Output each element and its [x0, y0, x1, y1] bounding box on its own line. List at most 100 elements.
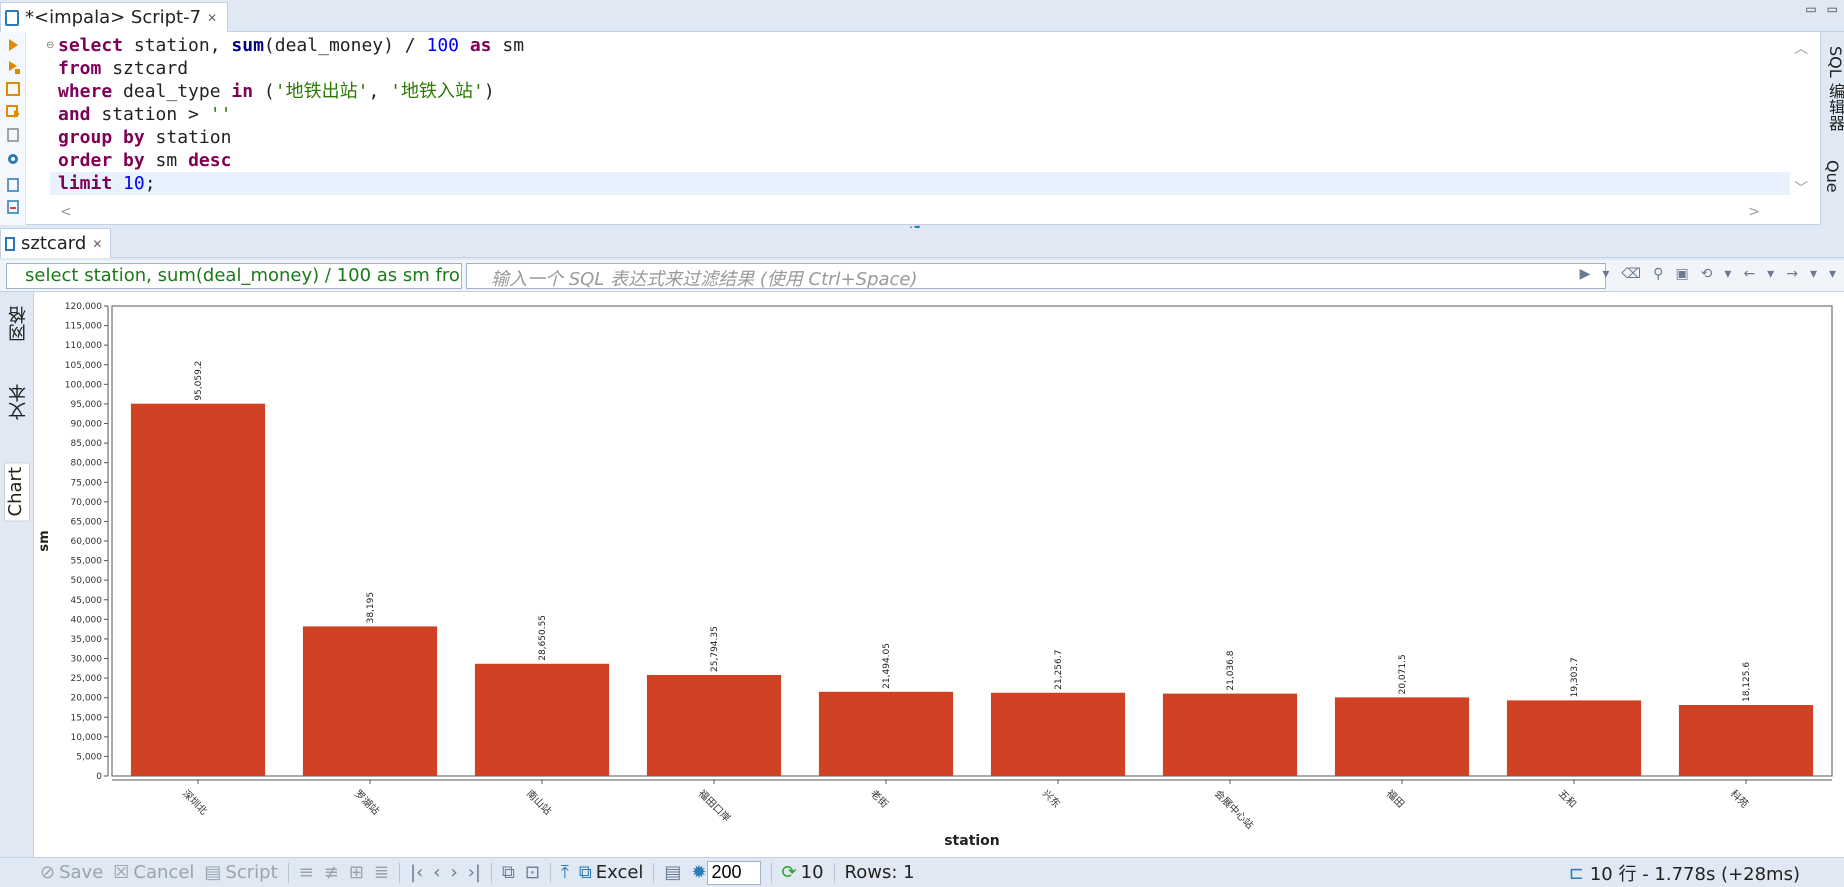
excel-icon: ⧉: [578, 862, 592, 883]
tab-results-sztcard[interactable]: sztcard ✕: [0, 228, 112, 258]
load-script-icon[interactable]: [6, 200, 20, 214]
y-tick-label: 105,000: [65, 361, 102, 371]
y-tick-label: 85,000: [71, 439, 103, 449]
tab-script-7[interactable]: *<impala> Script-7 ✕: [0, 2, 229, 32]
fetch-settings-gear-icon[interactable]: ✹: [691, 862, 706, 883]
record-mode-icon[interactable]: ▤: [664, 862, 681, 883]
maximize-icon[interactable]: ▭: [1827, 2, 1838, 16]
fetch-size-input[interactable]: [706, 860, 761, 885]
side-tab-query[interactable]: Que: [1823, 160, 1842, 193]
code-token: as: [469, 35, 492, 56]
y-tick-label: 5,000: [76, 752, 102, 762]
export-data-icon[interactable]: ⤒: [561, 862, 569, 883]
execute-new-tab-icon[interactable]: [6, 60, 20, 74]
back-icon[interactable]: ←: [1743, 266, 1755, 282]
copy-row-icon[interactable]: ⊞: [349, 862, 364, 883]
code-token: sm: [144, 150, 189, 171]
editor-vertical-scrollbar[interactable]: ︿ ﹀: [1794, 38, 1808, 198]
filter-settings-icon[interactable]: ⚲: [1653, 266, 1663, 282]
delete-row-icon[interactable]: ≣: [374, 862, 389, 883]
scroll-up-icon[interactable]: ︿: [1794, 38, 1808, 58]
view-tab-text[interactable]: 文本: [6, 380, 32, 424]
filter-input[interactable]: 输入一个 SQL 表达式来过滤结果 (使用 Ctrl+Space): [466, 263, 1606, 290]
forward-dropdown-icon[interactable]: ▾: [1810, 266, 1817, 282]
code-token: sztcard: [101, 58, 189, 79]
save-filter-icon[interactable]: ▣: [1675, 266, 1688, 282]
code-token: station >: [90, 104, 210, 125]
panel-menu-icon[interactable]: ▾: [1829, 266, 1836, 282]
layout-icon[interactable]: ⧉: [502, 862, 515, 883]
code-token: by: [123, 150, 145, 171]
separator: [287, 862, 289, 883]
y-tick-label: 40,000: [71, 615, 103, 625]
scroll-right-icon[interactable]: >: [1748, 204, 1760, 220]
add-row-icon[interactable]: ≢: [324, 862, 339, 883]
code-token: ;: [144, 173, 156, 194]
export-icon[interactable]: [6, 178, 20, 192]
save-button[interactable]: ⊘ Save: [40, 862, 103, 883]
x-tick-label: 五和: [1556, 788, 1579, 811]
close-results-tab-icon[interactable]: ✕: [92, 237, 102, 251]
editor-horizontal-scrollbar[interactable]: < >: [60, 204, 1760, 220]
x-tick-label: 会展中心站: [1212, 787, 1257, 832]
edit-row-icon[interactable]: ≡: [299, 862, 314, 883]
sql-code[interactable]: select station, sum(deal_money) / 100 as…: [58, 34, 524, 195]
settings-gear-icon[interactable]: [6, 152, 20, 166]
code-token: limit: [58, 173, 113, 194]
x-axis-title: station: [944, 833, 1000, 849]
data-label: 20,071.5: [1398, 654, 1408, 694]
panels-icon[interactable]: ⊡: [525, 862, 540, 883]
cancel-button[interactable]: ☒ Cancel: [113, 862, 194, 883]
view-tab-chart[interactable]: Chart: [4, 462, 30, 522]
query-text-field[interactable]: select station, sum(deal_money) / 100 as…: [6, 263, 462, 289]
filter-history-icon[interactable]: ▾: [1602, 266, 1609, 282]
view-tab-grid[interactable]: 网格: [6, 302, 32, 346]
scroll-down-icon[interactable]: ﹀: [1794, 178, 1808, 198]
query-text: select station, sum(deal_money) / 100 as…: [25, 265, 462, 286]
y-tick-label: 15,000: [71, 713, 103, 723]
refresh-button[interactable]: ⟳ 10: [782, 862, 824, 883]
close-tab-icon[interactable]: ✕: [207, 11, 217, 25]
x-tick-label: 南山站: [524, 787, 554, 817]
sql-editor[interactable]: ⊖ select station, sum(deal_money) / 100 …: [0, 32, 1820, 225]
explain-plan-icon[interactable]: [6, 128, 20, 142]
next-page-icon[interactable]: ›: [450, 862, 457, 883]
script-button[interactable]: ▤ Script: [204, 862, 277, 883]
excel-button[interactable]: ⧉ Excel: [579, 862, 644, 883]
results-tab-bar: sztcard ✕: [0, 228, 1844, 258]
code-token: select: [58, 35, 124, 56]
bar: [818, 691, 954, 776]
cancel-label: Cancel: [133, 862, 195, 883]
bar: [1678, 705, 1814, 776]
editor-tab-bar: *<impala> Script-7 ✕ ▭ ▭: [0, 0, 1844, 32]
link-icon[interactable]: ⟲: [1701, 266, 1713, 282]
separator: [490, 862, 492, 883]
prev-page-icon[interactable]: ‹: [433, 862, 440, 883]
code-line: where deal_type in ('地铁出站', '地铁入站'): [58, 80, 524, 103]
last-page-icon[interactable]: ›|: [468, 862, 481, 883]
dropdown-icon[interactable]: ▾: [1724, 266, 1731, 282]
scroll-left-icon[interactable]: <: [60, 204, 72, 220]
execute-statement-icon[interactable]: [6, 38, 20, 52]
first-page-icon[interactable]: |‹: [410, 862, 423, 883]
back-dropdown-icon[interactable]: ▾: [1767, 266, 1774, 282]
fold-toggle-icon[interactable]: ⊖: [46, 40, 54, 51]
separator: [549, 862, 551, 883]
x-tick-label: 科苑: [1728, 787, 1751, 810]
execute-script-new-tab-icon[interactable]: [6, 104, 20, 118]
side-tab-sql-editor[interactable]: SQL 编辑器: [1823, 46, 1844, 131]
filter-placeholder: 输入一个 SQL 表达式来过滤结果 (使用 Ctrl+Space): [491, 269, 918, 290]
erase-filter-icon[interactable]: ⌫: [1621, 266, 1641, 282]
refresh-count: 10: [800, 862, 824, 883]
apply-filter-icon[interactable]: ▶: [1580, 266, 1591, 282]
forward-icon[interactable]: →: [1786, 266, 1798, 282]
code-token: where: [58, 81, 113, 102]
x-tick-label: 深圳北: [180, 788, 210, 818]
y-axis-title: sm: [37, 530, 52, 551]
minimize-icon[interactable]: ▭: [1805, 2, 1816, 16]
code-token: 10: [123, 173, 145, 194]
y-tick-label: 120,000: [65, 302, 102, 312]
code-line: from sztcard: [58, 57, 524, 80]
execute-script-icon[interactable]: [6, 82, 20, 96]
